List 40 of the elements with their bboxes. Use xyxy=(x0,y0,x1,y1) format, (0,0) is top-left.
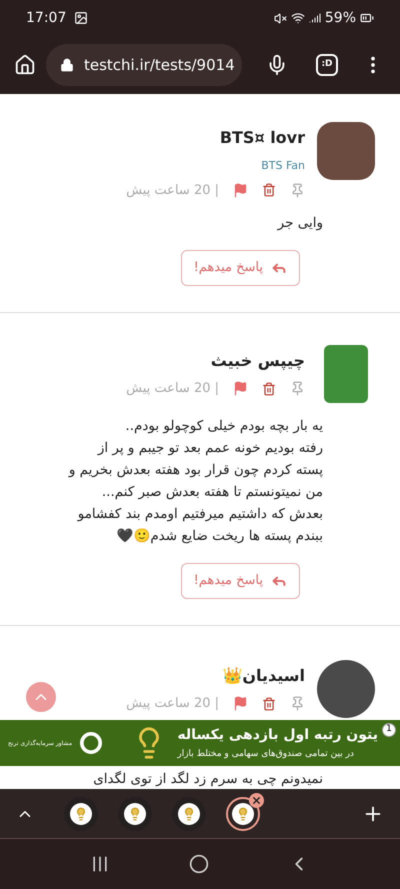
trash-icon[interactable] xyxy=(262,696,276,711)
tab-switcher-button[interactable]: :D xyxy=(316,54,338,76)
avatar-photo-placeholder xyxy=(324,345,368,403)
battery-icon xyxy=(360,11,374,25)
wifi-icon xyxy=(290,11,305,25)
tab-bubble[interactable] xyxy=(172,796,206,830)
lightbulb-icon xyxy=(74,806,88,820)
flag-icon[interactable] xyxy=(233,696,248,712)
trash-icon[interactable] xyxy=(262,382,276,396)
address-bar[interactable]: testchi.ir/tests/9014 xyxy=(46,44,242,86)
user-title: BTS Fan xyxy=(261,158,305,174)
close-icon[interactable] xyxy=(249,792,264,808)
lightbulb-icon xyxy=(182,806,196,820)
mute-icon xyxy=(274,12,287,24)
lightbulb-icon xyxy=(128,806,142,820)
image-icon xyxy=(74,11,88,25)
ad-badge: 1 xyxy=(382,723,396,737)
comment-author: اسیدیان👑 xyxy=(222,665,305,687)
lightbulb-icon xyxy=(236,806,250,820)
avatar-photo-placeholder xyxy=(317,122,375,180)
tab-bubble[interactable] xyxy=(64,796,98,830)
flag-icon[interactable] xyxy=(233,381,248,396)
home-button-icon[interactable] xyxy=(188,854,209,874)
ad-title: یتون رتبه اول بازدهی یکساله xyxy=(177,726,378,745)
comment-time: | 20 ساعت پیش xyxy=(126,695,219,713)
comment-time: | 20 ساعت پیش xyxy=(126,182,219,200)
comment-text: نمیدونم چی به سرم زد لگد از توی لگدای xyxy=(92,770,323,789)
home-icon[interactable] xyxy=(14,54,36,76)
tab-bubble[interactable] xyxy=(118,796,152,830)
logo-icon xyxy=(80,732,102,754)
comment-text: یه بار بچه بودم خیلی کوچولو بودم.. رفته بودیم خونه عمم بعد تو جیبم و پر از پسته کردم چون قرار بود هفته بعدش بخریم و من نمیتونستم تا هفته بعدش صبر کنم... بعدش که داشتیم میرفتیم اومدم بند کفشامو ببندم پسته ها ریخت ضایع شدم🙂🖤 xyxy=(67,417,323,546)
comment-author: BTS¤ lovr xyxy=(220,127,305,149)
comment-author: چیپس خبیث xyxy=(210,350,305,372)
comment-time: | 20 ساعت پیش xyxy=(126,380,219,398)
comment-text: وایی جر xyxy=(276,214,323,233)
battery-percent: 59% xyxy=(324,8,356,28)
ad-subtitle: در بین تمامی صندوق‌های سهامی و مختلط بازار xyxy=(177,748,354,761)
clock-time: 17:07 xyxy=(26,8,66,28)
trash-icon[interactable] xyxy=(262,183,276,198)
flag-icon[interactable] xyxy=(233,182,248,198)
